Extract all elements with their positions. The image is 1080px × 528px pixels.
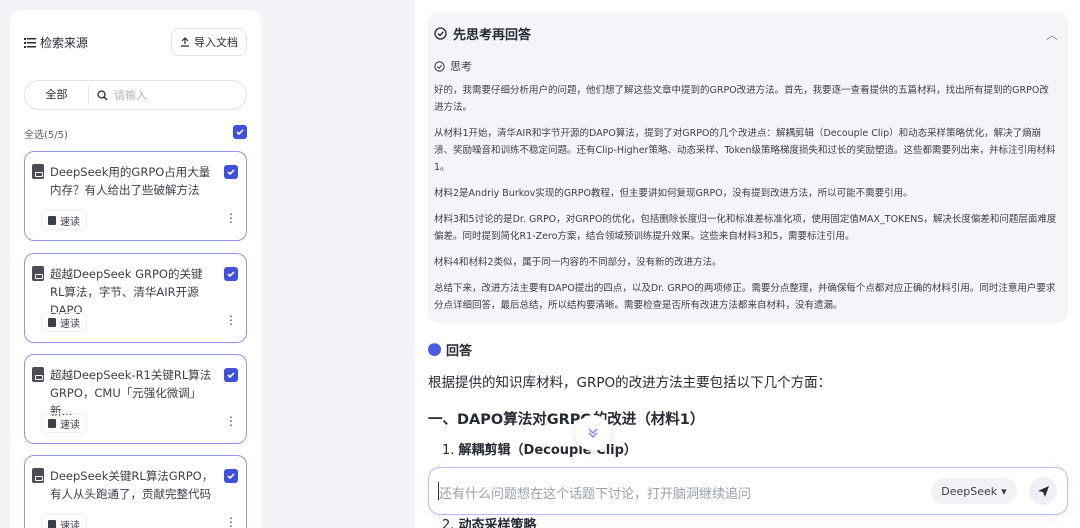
- send-button[interactable]: [1029, 477, 1057, 505]
- thinking-panel: 先思考再回答 ︿ 思考 好的，我需要仔细分析用户的问题，他们想了解这些文章中提到…: [428, 12, 1068, 323]
- thinking-sub-header: 思考: [434, 58, 472, 74]
- double-chevron-down-icon: [588, 428, 598, 438]
- more-options-icon[interactable]: ⋮: [225, 415, 237, 427]
- checkmark-icon: [236, 129, 244, 136]
- quick-read-label: 速读: [60, 520, 80, 528]
- quick-read-button[interactable]: 速读: [41, 312, 87, 332]
- answer-section-title: 一、DAPO算法对GRPO的改进（材料1）: [428, 412, 705, 428]
- document-icon: [32, 468, 44, 483]
- source-card[interactable]: 超越DeepSeek GRPO的关键RL算法，字节、清华AIR开源DAPO 速读…: [24, 253, 247, 343]
- quick-read-button[interactable]: 速读: [41, 514, 87, 528]
- scroll-to-bottom-button[interactable]: [575, 415, 611, 451]
- source-title: 超越DeepSeek GRPO的关键RL算法，字节、清华AIR开源DAPO: [50, 267, 203, 317]
- source-card[interactable]: 超越DeepSeek-R1关键RL算法GRPO，CMU「元强化微调」新... 速…: [24, 354, 247, 444]
- source-search-input[interactable]: 请输入: [89, 87, 246, 103]
- quick-read-button[interactable]: 速读: [41, 413, 87, 433]
- model-select-label: DeepSeek: [941, 484, 998, 498]
- thinking-paragraph: 好的，我需要仔细分析用户的问题，他们想了解这些文章中提到的GRPO改进方法。首先…: [434, 85, 1049, 113]
- chat-main: 先思考再回答 ︿ 思考 好的，我需要仔细分析用户的问题，他们想了解这些文章中提到…: [415, 0, 1080, 528]
- list-item-number: 2.: [442, 518, 455, 528]
- answer-list-item: 2. 动态采样策略: [442, 514, 537, 528]
- checkmark-icon: [227, 372, 235, 379]
- answer-intro: 根据提供的知识库材料，GRPO的改进方法主要包括以下几个方面：: [428, 375, 832, 391]
- source-panel-title: 检索来源: [24, 34, 88, 51]
- quick-read-label: 速读: [60, 318, 80, 330]
- source-panel-header: 检索来源 导入文档: [24, 28, 247, 58]
- thinking-paragraph: 总结下来，改进方法主要有DAPO提出的四点，以及Dr. GRPO的两项修正。需要…: [434, 283, 1056, 311]
- source-checkbox[interactable]: [224, 469, 238, 483]
- book-icon: [48, 519, 56, 528]
- book-icon: [48, 215, 56, 225]
- checkmark-icon: [227, 271, 235, 278]
- thinking-content: 好的，我需要仔细分析用户的问题，他们想了解这些文章中提到的GRPO改进方法。首先…: [434, 82, 1058, 323]
- source-checkbox[interactable]: [224, 368, 238, 382]
- checkmark-icon: [227, 169, 235, 176]
- list-item-title: 解耦剪辑（Decouple Clip）: [458, 443, 637, 458]
- thinking-paragraph: 材料2是Andriy Burkov实现的GRPO教程，但主要讲如何复现GRPO，…: [434, 188, 913, 199]
- check-circle-icon: [434, 27, 447, 40]
- thinking-paragraph: 材料4和材料2类似，属于同一内容的不同部分，没有新的改进方法。: [434, 257, 722, 268]
- more-options-icon[interactable]: ⋮: [225, 212, 237, 224]
- document-icon: [32, 164, 44, 179]
- caret-down-icon: ▾: [1001, 484, 1007, 498]
- select-all-checkbox[interactable]: [233, 125, 247, 139]
- source-panel-title-text: 检索来源: [40, 36, 89, 50]
- search-icon: [97, 89, 108, 100]
- answer-header: 回答: [428, 339, 473, 359]
- quick-read-button[interactable]: 速读: [41, 210, 87, 230]
- chat-input[interactable]: 还有什么问题想在这个话题下讨论，打开脑洞继续追问 DeepSeek ▾: [428, 467, 1068, 515]
- thinking-header-text: 先思考再回答: [453, 28, 532, 43]
- thinking-paragraph: 从材料1开始，清华AIR和字节开源的DAPO算法，提到了对GRPO的几个改进点：…: [434, 128, 1056, 173]
- document-icon: [32, 367, 44, 382]
- quick-read-label: 速读: [60, 216, 80, 228]
- source-type-select[interactable]: 全部: [25, 86, 89, 104]
- chat-input-placeholder: 还有什么问题想在这个话题下讨论，打开脑洞继续追问: [439, 487, 752, 502]
- model-select[interactable]: DeepSeek ▾: [931, 478, 1017, 504]
- list-item-number: 1.: [442, 443, 455, 458]
- source-panel: 检索来源 导入文档 全部 请输入 全选(5/5) DeepSeek用的GRPO占…: [10, 10, 261, 528]
- document-icon: [32, 266, 44, 281]
- select-all-label: 全选(5/5): [24, 130, 68, 141]
- upload-icon: [181, 37, 189, 47]
- source-title: DeepSeek关键RL算法GRPO，有人从头跑通了，贡献完整代码: [50, 469, 214, 501]
- thinking-paragraph: 材料3和5讨论的是Dr. GRPO，对GRPO的优化，包括删除长度归一化和标准差…: [434, 214, 1057, 242]
- source-checkbox[interactable]: [224, 267, 238, 281]
- source-card[interactable]: DeepSeek关键RL算法GRPO，有人从头跑通了，贡献完整代码 速读 ⋮: [24, 455, 247, 528]
- chat-bubble-icon: [428, 339, 441, 356]
- source-checkbox[interactable]: [224, 165, 238, 179]
- source-title: DeepSeek用的GRPO占用大量内存？有人给出了些破解方法: [50, 165, 211, 197]
- list-item-title: 动态采样策略: [458, 518, 537, 528]
- search-placeholder: 请输入: [114, 89, 147, 102]
- send-icon: [1037, 485, 1049, 497]
- import-document-button[interactable]: 导入文档: [171, 28, 247, 56]
- thinking-header[interactable]: 先思考再回答: [434, 24, 531, 43]
- quick-read-label: 速读: [60, 419, 80, 431]
- list-icon: [24, 37, 36, 48]
- answer-header-text: 回答: [446, 344, 473, 359]
- source-filter: 全部 请输入: [24, 80, 247, 110]
- book-icon: [48, 317, 56, 327]
- thinking-sub-label: 思考: [450, 60, 472, 73]
- more-options-icon[interactable]: ⋮: [225, 314, 237, 326]
- source-title: 超越DeepSeek-R1关键RL算法GRPO，CMU「元强化微调」新...: [50, 368, 212, 418]
- import-document-label: 导入文档: [194, 36, 238, 49]
- checkmark-icon: [227, 473, 235, 480]
- check-circle-icon: [434, 60, 445, 72]
- source-card[interactable]: DeepSeek用的GRPO占用大量内存？有人给出了些破解方法 速读 ⋮: [24, 151, 247, 241]
- chevron-up-icon[interactable]: ︿: [1046, 26, 1058, 43]
- book-icon: [48, 418, 56, 428]
- more-options-icon[interactable]: ⋮: [225, 516, 237, 528]
